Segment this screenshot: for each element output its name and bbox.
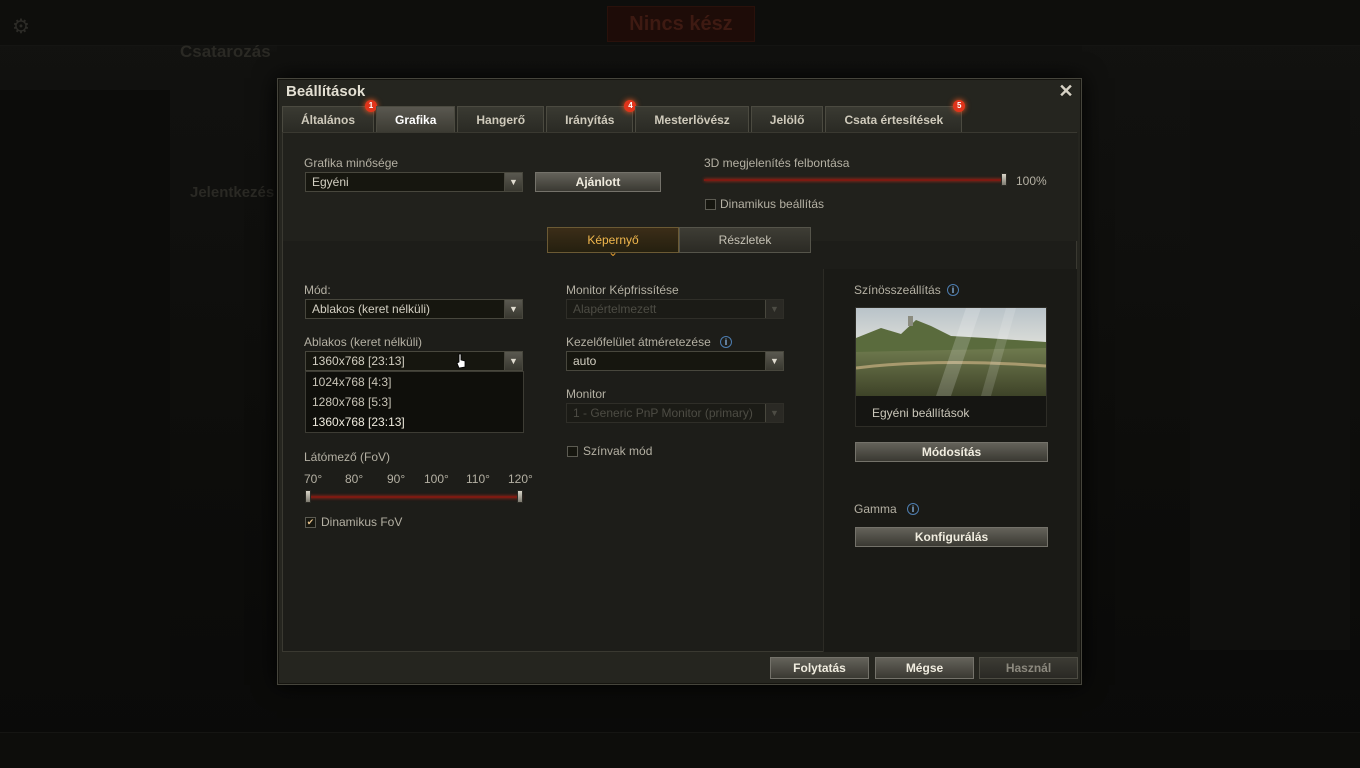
dialog-title: Beállítások: [286, 83, 366, 100]
fov-label: Látómező (FoV): [304, 450, 391, 464]
garage-right-column: [1190, 90, 1350, 650]
resolution-option[interactable]: 1024x768 [4:3]: [306, 372, 523, 392]
fov-tick: 70°: [304, 472, 323, 486]
mode-value: Ablakos (keret nélküli): [312, 302, 431, 316]
chevron-down-icon: ▼: [504, 300, 522, 318]
refresh-rate-value: Alapértelmezett: [573, 302, 657, 316]
window-resolution-label: Ablakos (keret nélküli): [304, 335, 423, 349]
fov-tick: 100°: [424, 472, 449, 486]
window-resolution-value: 1360x768 [23:13]: [312, 354, 405, 368]
dynamic-fov-label: Dinamikus FoV: [321, 515, 403, 529]
tab-label: Irányítás: [565, 113, 615, 127]
info-icon[interactable]: i: [907, 503, 919, 515]
monitor-label: Monitor: [566, 387, 607, 401]
cancel-button[interactable]: Mégse: [875, 657, 974, 679]
quality-value: Egyéni: [312, 175, 349, 189]
dialog-footer: Folytatás Mégse Használ: [282, 655, 1078, 681]
color-settings-label: Színösszeállítás: [854, 283, 941, 297]
mode-label: Mód:: [304, 283, 331, 297]
fov-ticks: 70° 80° 90° 100° 110° 120°: [304, 472, 534, 486]
resolution3d-label: 3D megjelenítés felbontása: [704, 156, 850, 170]
tab-label: Mesterlövész: [654, 113, 730, 127]
fov-slider-track[interactable]: [309, 496, 522, 498]
continue-button[interactable]: Folytatás: [770, 657, 869, 679]
report-label: Jelentkezés: [190, 184, 275, 201]
refresh-rate-label: Monitor Képfrissítése: [566, 283, 679, 297]
chevron-down-icon: ▼: [765, 352, 783, 370]
subtab-screen[interactable]: Képernyő: [547, 227, 679, 264]
settings-body: Grafika minősége Egyéni ▼ Ajánlott 3D me…: [282, 132, 1078, 652]
colorblind-checkbox[interactable]: [567, 446, 578, 457]
chevron-down-icon: ▼: [765, 404, 783, 422]
resolution-option[interactable]: 1280x768 [5:3]: [306, 392, 523, 412]
info-icon[interactable]: i: [720, 336, 732, 348]
battle-mode-label: Csatarozás: [180, 42, 271, 61]
close-icon[interactable]: ✕: [1057, 82, 1075, 100]
fov-tick: 80°: [345, 472, 364, 486]
settings-tabs: Általános 1 Grafika Hangerő Irányítás 4 …: [282, 100, 966, 132]
tab-sniper[interactable]: Mesterlövész: [635, 106, 749, 132]
resolution3d-value: 100%: [1016, 174, 1047, 188]
tab-general[interactable]: Általános 1: [282, 100, 378, 132]
resolution3d-slider-handle[interactable]: [1001, 173, 1007, 186]
modify-button[interactable]: Módosítás: [855, 442, 1048, 462]
tab-label: Csata értesítések: [844, 113, 944, 127]
chevron-down-icon: ▼: [504, 173, 522, 191]
dynamic-fov-checkbox[interactable]: ✔: [305, 517, 316, 528]
tab-label: Hangerő: [476, 113, 526, 127]
garage-top-bar: ⚙ Nincs kész: [0, 0, 1360, 46]
dynamic-resolution-checkbox[interactable]: [705, 199, 716, 210]
garage-left-column: [0, 90, 170, 690]
tab-battle-notifications[interactable]: Csata értesítések 5: [825, 100, 966, 132]
mode-select[interactable]: Ablakos (keret nélküli) ▼: [305, 299, 523, 319]
color-preview[interactable]: Egyéni beállítások: [855, 307, 1047, 427]
apply-button[interactable]: Használ: [979, 657, 1078, 679]
dynamic-resolution-label: Dinamikus beállítás: [720, 197, 825, 211]
ui-scale-value: auto: [573, 354, 597, 368]
quality-select[interactable]: Egyéni ▼: [305, 172, 523, 192]
landscape-preview-image: [856, 308, 1046, 396]
tab-label: Grafika: [395, 113, 437, 127]
subtab-details[interactable]: Részletek: [679, 227, 811, 253]
resolution-option[interactable]: 1360x768 [23:13]: [306, 412, 523, 432]
garage-bottom-bar: [0, 732, 1360, 768]
monitor-value: 1 - Generic PnP Monitor (primary): [573, 406, 753, 420]
chevron-down-icon: ▼: [504, 352, 522, 370]
ready-button[interactable]: Nincs kész: [607, 6, 755, 42]
fov-tick: 110°: [466, 472, 490, 486]
gear-icon: ⚙: [12, 16, 30, 38]
ui-scale-label: Kezelőfelület átméretezése: [566, 335, 711, 349]
configure-button[interactable]: Konfigurálás: [855, 527, 1048, 547]
quality-label: Grafika minősége: [304, 156, 399, 170]
preview-caption: Egyéni beállítások: [872, 406, 970, 420]
info-icon[interactable]: i: [947, 284, 959, 296]
mouse-cursor-icon: [456, 353, 466, 369]
chevron-down-icon: ▼: [765, 300, 783, 318]
window-resolution-select[interactable]: 1360x768 [23:13] ▼: [305, 351, 523, 371]
display-subtabs: Képernyő Részletek: [547, 227, 811, 264]
tab-sound[interactable]: Hangerő: [457, 106, 545, 132]
fov-slider-min-handle[interactable]: [305, 490, 311, 503]
refresh-rate-select: Alapértelmezett ▼: [566, 299, 784, 319]
tab-marker[interactable]: Jelölő: [750, 106, 824, 132]
tab-controls[interactable]: Irányítás 4: [546, 100, 637, 132]
fov-slider-max-handle[interactable]: [517, 490, 523, 503]
gamma-label: Gamma: [854, 502, 897, 516]
fov-tick: 120°: [508, 472, 533, 486]
notification-badge: 5: [953, 100, 966, 112]
resolution3d-slider-track[interactable]: [704, 179, 1004, 181]
settings-dialog: Beállítások ✕ Általános 1 Grafika Hanger…: [277, 78, 1082, 685]
monitor-select: 1 - Generic PnP Monitor (primary) ▼: [566, 403, 784, 423]
tab-label: Általános: [301, 113, 356, 127]
tab-label: Jelölő: [769, 113, 805, 127]
window-resolution-dropdown: 1024x768 [4:3] 1280x768 [5:3] 1360x768 […: [305, 371, 524, 433]
tab-graphics[interactable]: Grafika: [376, 106, 456, 132]
recommended-button[interactable]: Ajánlott: [535, 172, 661, 192]
fov-tick: 90°: [387, 472, 406, 486]
colorblind-label: Színvak mód: [583, 444, 653, 458]
ui-scale-select[interactable]: auto ▼: [566, 351, 784, 371]
